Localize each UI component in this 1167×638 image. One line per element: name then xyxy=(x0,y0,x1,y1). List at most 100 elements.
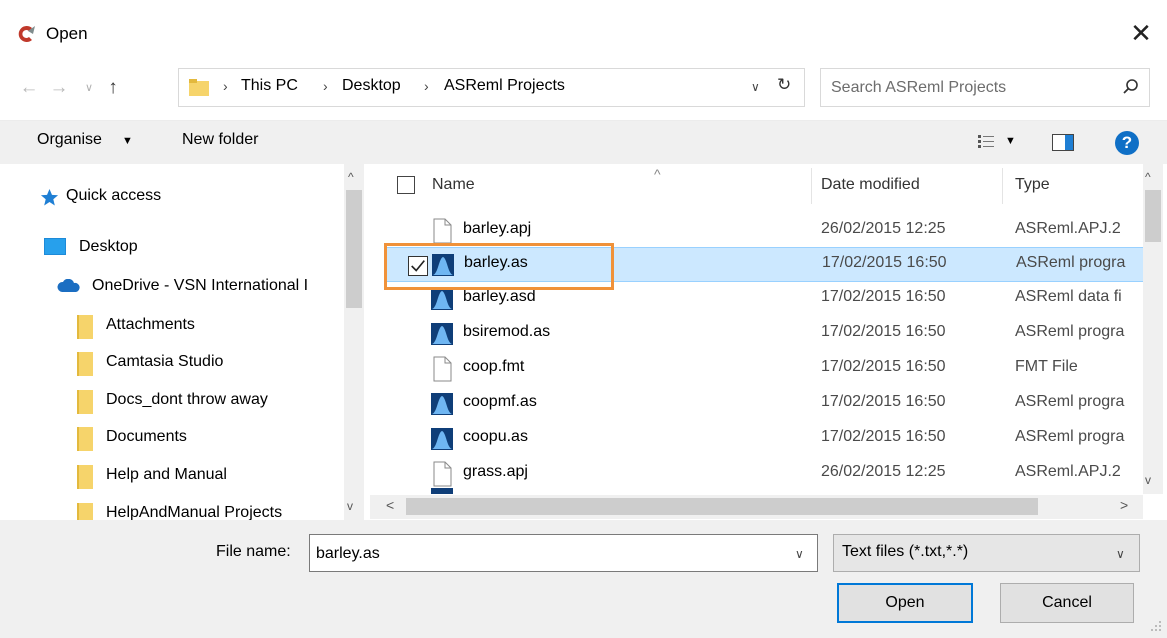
breadcrumb-this-pc[interactable]: This PC xyxy=(241,77,298,95)
app-icon xyxy=(18,26,35,42)
folder-icon xyxy=(77,315,93,339)
file-name: barley.apj xyxy=(463,220,532,237)
file-name-label: File name: xyxy=(216,543,291,560)
file-type: FMT File xyxy=(1015,358,1078,375)
command-bar: Organise ▼ New folder ▼ ? xyxy=(0,120,1167,164)
open-button[interactable]: Open xyxy=(837,583,973,623)
column-divider[interactable] xyxy=(1002,168,1003,204)
search-icon[interactable] xyxy=(1122,78,1140,96)
dialog-footer: File name: ∨ Text files (*.txt,*.*) ∨ Op… xyxy=(0,520,1167,638)
scroll-up-icon[interactable]: ^ xyxy=(1145,170,1151,184)
sidebar-item-helpandmanual-projects[interactable]: HelpAndManual Projects xyxy=(106,504,282,520)
sidebar-item-attachments[interactable]: Attachments xyxy=(106,316,195,334)
file-list-horizontal-thumb[interactable] xyxy=(406,498,1038,515)
file-row-barley-as[interactable]: barley.as 17/02/2015 16:50 ASReml progra xyxy=(384,247,1149,282)
sidebar-scroll-thumb[interactable] xyxy=(346,190,362,308)
file-name-input[interactable] xyxy=(316,543,776,565)
window-title: Open xyxy=(46,24,88,43)
sidebar-item-docs-dont-throw-away[interactable]: Docs_dont throw away xyxy=(106,391,268,409)
file-row-grass-apj[interactable]: grass.apj 26/02/2015 12:25 ASReml.APJ.2 xyxy=(384,457,1149,492)
close-icon[interactable]: ✕ xyxy=(1124,16,1158,50)
recent-locations-chevron-icon[interactable]: ∨ xyxy=(82,80,96,96)
sidebar-item-onedrive[interactable]: OneDrive - VSN International I xyxy=(92,277,308,295)
file-date: 17/02/2015 16:50 xyxy=(821,428,946,445)
organise-button[interactable]: Organise xyxy=(37,131,102,149)
sidebar-item-desktop[interactable]: Desktop xyxy=(79,238,138,256)
file-type-select[interactable]: Text files (*.txt,*.*) ∨ xyxy=(833,534,1140,572)
file-row-barley-apj[interactable]: barley.apj 26/02/2015 12:25 ASReml.APJ.2 xyxy=(384,214,1149,249)
file-type: ASReml.APJ.2 xyxy=(1015,220,1121,237)
file-date: 17/02/2015 16:50 xyxy=(821,393,946,410)
file-row-barley-asd[interactable]: barley.asd 17/02/2015 16:50 ASReml data … xyxy=(384,282,1149,317)
file-name: coopmf.as xyxy=(463,393,537,410)
folder-icon xyxy=(77,465,93,489)
forward-arrow-icon[interactable]: → xyxy=(48,77,70,99)
folder-icon xyxy=(77,390,93,414)
column-header-type[interactable]: Type xyxy=(1015,176,1050,194)
column-divider[interactable] xyxy=(811,168,812,204)
file-row-coop-fmt[interactable]: coop.fmt 17/02/2015 16:50 FMT File xyxy=(384,352,1149,387)
folder-icon xyxy=(189,79,209,96)
row-checkbox-checked[interactable] xyxy=(408,256,428,276)
folder-icon xyxy=(77,352,93,376)
scroll-right-icon[interactable]: > xyxy=(1120,497,1128,513)
breadcrumb-separator: › xyxy=(323,78,328,94)
organise-dropdown-icon[interactable]: ▼ xyxy=(122,135,133,147)
scroll-down-icon[interactable]: v xyxy=(347,499,353,513)
sidebar-item-quick-access[interactable]: Quick access xyxy=(66,187,161,205)
view-dropdown-icon[interactable]: ▼ xyxy=(1005,135,1016,147)
breadcrumb-separator: › xyxy=(223,78,228,94)
back-arrow-icon[interactable]: ← xyxy=(18,77,40,99)
view-options-icon[interactable] xyxy=(978,134,994,150)
file-row-bsiremod-as[interactable]: bsiremod.as 17/02/2015 16:50 ASReml prog… xyxy=(384,317,1149,352)
navigation-pane: Quick access Desktop OneDrive - VSN Inte… xyxy=(0,164,365,520)
file-type: ASReml progra xyxy=(1015,323,1125,340)
file-name: barley.asd xyxy=(463,288,536,305)
asreml-icon xyxy=(431,428,453,450)
new-folder-button[interactable]: New folder xyxy=(182,131,258,149)
sidebar-item-camtasia-studio[interactable]: Camtasia Studio xyxy=(106,353,223,371)
address-bar[interactable]: › This PC › Desktop › ASReml Projects ∨ … xyxy=(178,68,805,107)
resize-grip-icon[interactable] xyxy=(1150,620,1162,632)
file-name: barley.as xyxy=(464,254,528,271)
file-date: 17/02/2015 16:50 xyxy=(821,358,946,375)
file-type: ASReml.APJ.2 xyxy=(1015,463,1121,480)
up-arrow-icon[interactable]: ↑ xyxy=(101,76,125,100)
asreml-icon xyxy=(431,393,453,415)
document-icon xyxy=(433,461,452,487)
folder-icon xyxy=(77,503,93,520)
file-type: ASReml progra xyxy=(1015,428,1125,445)
preview-pane-icon[interactable] xyxy=(1052,134,1074,151)
sidebar-item-help-and-manual[interactable]: Help and Manual xyxy=(106,466,227,484)
scroll-left-icon[interactable]: < xyxy=(386,497,394,513)
select-all-checkbox[interactable] xyxy=(397,176,415,194)
file-list-scroll-thumb[interactable] xyxy=(1145,190,1161,242)
asreml-icon xyxy=(432,254,454,276)
sidebar-item-documents[interactable]: Documents xyxy=(106,428,187,446)
file-row-coopu-as[interactable]: coopu.as 17/02/2015 16:50 ASReml progra xyxy=(384,422,1149,457)
refresh-icon[interactable]: ↻ xyxy=(777,75,791,95)
folder-icon xyxy=(77,427,93,451)
cancel-button[interactable]: Cancel xyxy=(1000,583,1134,623)
scroll-up-icon[interactable]: ^ xyxy=(348,170,354,184)
document-icon xyxy=(433,218,452,244)
file-type-dropdown-icon[interactable]: ∨ xyxy=(1116,547,1125,561)
address-dropdown-icon[interactable]: ∨ xyxy=(751,80,760,94)
search-input[interactable] xyxy=(831,77,1101,99)
breadcrumb-asreml-projects[interactable]: ASReml Projects xyxy=(444,77,565,95)
file-name-dropdown-icon[interactable]: ∨ xyxy=(795,547,804,561)
asreml-icon xyxy=(431,488,453,494)
file-row-coopmf-as[interactable]: coopmf.as 17/02/2015 16:50 ASReml progra xyxy=(384,387,1149,422)
breadcrumb-desktop[interactable]: Desktop xyxy=(342,77,401,95)
file-name: coopu.as xyxy=(463,428,528,445)
help-icon[interactable]: ? xyxy=(1115,131,1139,155)
file-type: ASReml data fi xyxy=(1015,288,1122,305)
scroll-down-icon[interactable]: v xyxy=(1145,473,1151,487)
column-header-date-modified[interactable]: Date modified xyxy=(821,176,920,194)
file-list: Name ^ Date modified Type barley.apj 26/… xyxy=(370,164,1167,520)
file-name: bsiremod.as xyxy=(463,323,551,340)
file-name-combobox[interactable]: ∨ xyxy=(309,534,818,572)
search-box[interactable] xyxy=(820,68,1150,107)
column-header-name[interactable]: Name xyxy=(432,176,475,194)
file-date: 26/02/2015 12:25 xyxy=(821,463,946,480)
